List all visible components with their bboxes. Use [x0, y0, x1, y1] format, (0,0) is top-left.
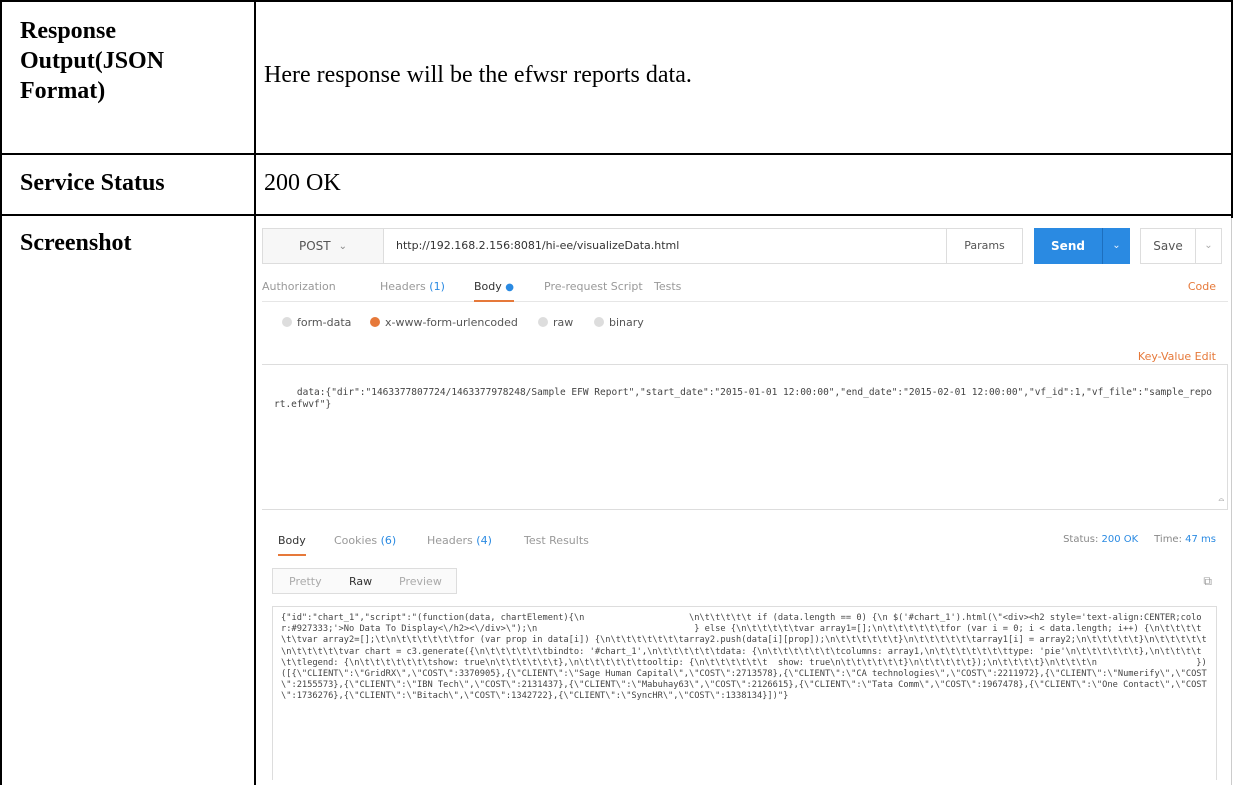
table-right-border	[1231, 218, 1232, 785]
key-value-edit-link[interactable]: Key-Value Edit	[1138, 350, 1216, 363]
tab-authorization[interactable]: Authorization	[262, 280, 336, 293]
request-body-editor[interactable]: data:{"dir":"1463377807724/1463377978248…	[262, 364, 1228, 510]
radio-binary[interactable]: binary	[594, 316, 644, 329]
method-select[interactable]: POST ⌄	[262, 228, 384, 264]
tab-cookies-count: (6)	[380, 534, 397, 547]
radio-circle-icon	[282, 317, 292, 327]
row-value-response-output: Here response will be the efwsr reports …	[264, 62, 692, 88]
chevron-down-icon[interactable]: ⌄	[1102, 228, 1130, 264]
tab-headers-label: Headers	[380, 280, 426, 293]
view-mode-raw[interactable]: Raw	[349, 575, 372, 588]
time-label: Time:	[1154, 534, 1182, 545]
url-bar: POST ⌄ http://192.168.2.156:8081/hi-ee/v…	[262, 228, 1228, 264]
tab-cookies[interactable]: Cookies (6)	[334, 534, 396, 547]
view-mode-pretty[interactable]: Pretty	[289, 575, 322, 588]
resize-handle-icon[interactable]: ⌓	[1219, 495, 1224, 507]
radio-x-www-form-urlencoded[interactable]: x-www-form-urlencoded	[370, 316, 518, 329]
table-row-divider	[0, 153, 1233, 155]
time-value: 47 ms	[1185, 534, 1216, 545]
radio-circle-icon	[594, 317, 604, 327]
table-top-border	[0, 0, 1233, 2]
chevron-down-icon[interactable]: ⌄	[1196, 228, 1222, 264]
response-status: Status: 200 OK Time: 47 ms	[1063, 534, 1216, 545]
tab-cookies-label: Cookies	[334, 534, 378, 547]
send-button[interactable]: Send	[1034, 228, 1102, 264]
tab-response-headers[interactable]: Headers (4)	[427, 534, 492, 547]
request-body-text: data:{"dir":"1463377807724/1463377978248…	[274, 387, 1213, 410]
save-button[interactable]: Save	[1140, 228, 1196, 264]
table-row-divider	[0, 214, 1233, 216]
status-value: 200 OK	[1101, 534, 1139, 545]
table-left-border	[0, 0, 2, 785]
row-label-screenshot: Screenshot	[20, 230, 132, 256]
method-label: POST	[298, 239, 331, 253]
request-tabs: Authorization Headers (1) Body ● Pre-req…	[262, 280, 1228, 302]
table-column-divider	[254, 0, 256, 785]
params-button[interactable]: Params	[947, 228, 1023, 264]
tab-response-headers-label: Headers	[427, 534, 473, 547]
response-body: {"id":"chart_1","script":"(function(data…	[272, 606, 1217, 780]
postman-screenshot: POST ⌄ http://192.168.2.156:8081/hi-ee/v…	[262, 218, 1228, 780]
tab-response-headers-count: (4)	[476, 534, 492, 547]
tab-body-label: Body	[474, 280, 502, 293]
view-mode-preview[interactable]: Preview	[399, 575, 442, 588]
radio-circle-icon	[538, 317, 548, 327]
tab-headers-count: (1)	[429, 280, 445, 293]
code-link[interactable]: Code	[1188, 280, 1216, 293]
radio-raw[interactable]: raw	[538, 316, 573, 329]
tab-prerequest-script[interactable]: Pre-request Script	[544, 280, 643, 293]
tab-body[interactable]: Body ●	[474, 280, 515, 302]
tab-headers[interactable]: Headers (1)	[380, 280, 445, 293]
view-mode-tabs: Pretty Raw Preview	[272, 568, 457, 594]
radio-selected-icon	[370, 317, 380, 327]
status-label: Status:	[1063, 534, 1099, 545]
row-label-response-output: Response Output(JSON Format)	[20, 18, 165, 104]
response-tabs: Body Cookies (6) Headers (4) Test Result…	[262, 534, 1228, 556]
tab-tests[interactable]: Tests	[654, 280, 681, 293]
tab-response-body[interactable]: Body	[278, 534, 306, 556]
radio-form-data[interactable]: form-data	[282, 316, 351, 329]
url-input[interactable]: http://192.168.2.156:8081/hi-ee/visualiz…	[384, 228, 947, 264]
tab-test-results[interactable]: Test Results	[524, 534, 589, 547]
row-label-service-status: Service Status	[20, 170, 165, 196]
row-value-service-status: 200 OK	[264, 170, 341, 196]
chevron-down-icon: ⌄	[338, 240, 348, 252]
copy-icon[interactable]: ⧉	[1203, 574, 1212, 589]
modified-dot-icon: ●	[505, 282, 515, 293]
